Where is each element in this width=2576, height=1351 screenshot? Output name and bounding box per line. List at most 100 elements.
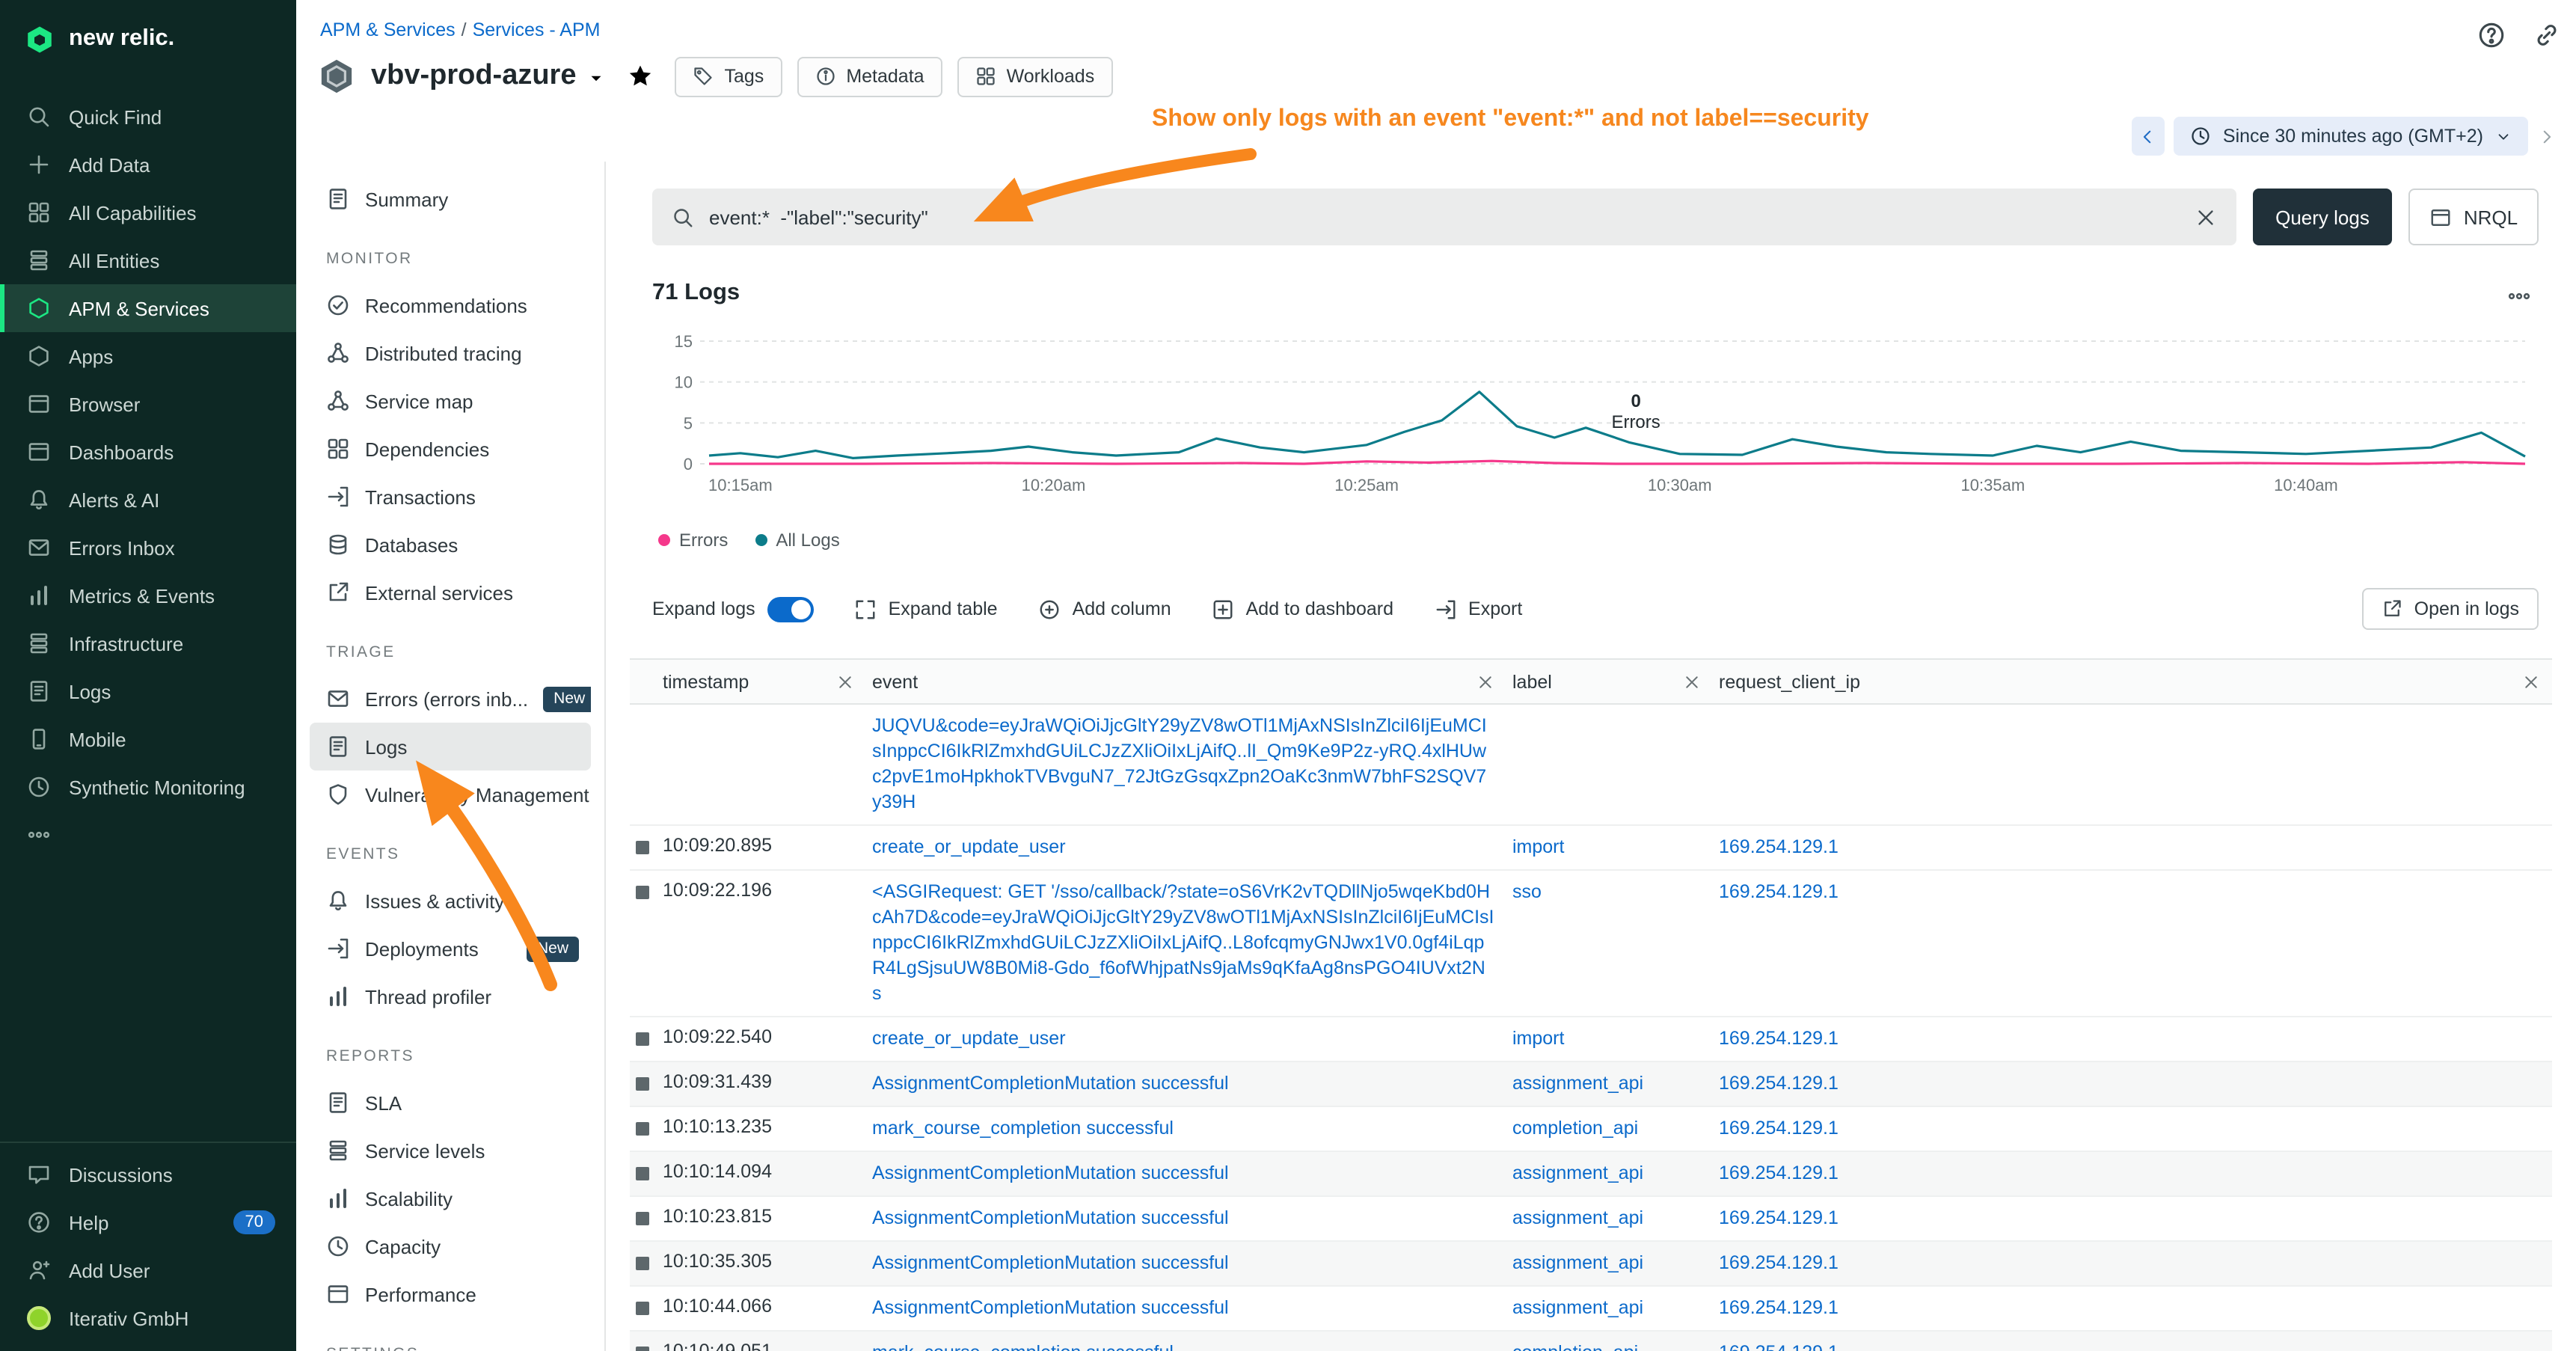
table-row[interactable]: 10:09:22.196<ASGIRequest: GET '/sso/call…	[630, 870, 2552, 1017]
add-column-button[interactable]: Add column	[1038, 598, 1171, 620]
sidebar2-item-summary[interactable]: Summary	[310, 175, 591, 223]
sidebar2-item-transactions[interactable]: Transactions	[310, 473, 591, 521]
remove-column-icon[interactable]	[836, 673, 854, 690]
label-link[interactable]: assignment_api	[1512, 1251, 1701, 1276]
sidebar2-item-sla[interactable]: SLA	[310, 1079, 591, 1127]
table-row[interactable]: 10:09:22.540create_or_update_userimport1…	[630, 1017, 2552, 1062]
column-header-event[interactable]: event	[866, 659, 1506, 704]
breadcrumb-link-services-apm[interactable]: Services - APM	[473, 19, 601, 40]
entity-dropdown-chevron-icon[interactable]	[587, 69, 607, 88]
sidebar-item-logs[interactable]: Logs	[0, 667, 296, 715]
table-row[interactable]: 10:10:13.235mark_course_completion succe…	[630, 1106, 2552, 1151]
table-row[interactable]: 10:10:23.815AssignmentCompletionMutation…	[630, 1196, 2552, 1241]
event-link[interactable]: AssignmentCompletionMutation successful	[872, 1071, 1494, 1097]
time-back-button[interactable]	[2132, 117, 2165, 156]
metadata-button[interactable]: Metadata	[797, 56, 942, 96]
workloads-button[interactable]: Workloads	[957, 56, 1113, 96]
row-checkbox[interactable]	[636, 841, 649, 854]
sidebar-item-quick-find[interactable]: Quick Find	[0, 93, 296, 141]
event-link[interactable]: mark_course_completion successful	[872, 1116, 1494, 1142]
table-row[interactable]: 10:10:49.051mark_course_completion succe…	[630, 1331, 2552, 1351]
sidebar-item-apps[interactable]: Apps	[0, 332, 296, 380]
sidebar2-item-service-map[interactable]: Service map	[310, 377, 591, 425]
sidebar2-item-vulnerability-management[interactable]: Vulnerability Management	[310, 771, 591, 818]
sidebar-item-add-user[interactable]: Add User	[0, 1246, 296, 1294]
open-in-logs-button[interactable]: Open in logs	[2362, 588, 2539, 630]
label-link[interactable]: completion_api	[1512, 1116, 1701, 1142]
time-forward-button[interactable]	[2537, 117, 2558, 156]
sidebar2-item-external-services[interactable]: External services	[310, 569, 591, 616]
ip-link[interactable]: 169.254.129.1	[1719, 1071, 2540, 1097]
ip-link[interactable]: 169.254.129.1	[1719, 1206, 2540, 1231]
time-picker[interactable]: Since 30 minutes ago (GMT+2)	[2174, 117, 2528, 156]
sidebar-item-synthetic-monitoring[interactable]: Synthetic Monitoring	[0, 763, 296, 811]
new-relic-logo[interactable]: new relic.	[0, 0, 296, 78]
event-link[interactable]: JUQVU&code=eyJraWQiOiJjcGltY29yZV8wOTl1M…	[872, 714, 1494, 815]
table-row[interactable]: 10:09:20.895create_or_update_userimport1…	[630, 825, 2552, 870]
event-link[interactable]: AssignmentCompletionMutation successful	[872, 1296, 1494, 1321]
sidebar2-item-recommendations[interactable]: Recommendations	[310, 281, 591, 329]
ip-link[interactable]: 169.254.129.1	[1719, 1251, 2540, 1276]
sidebar2-item-thread-profiler[interactable]: Thread profiler	[310, 972, 591, 1020]
event-link[interactable]: AssignmentCompletionMutation successful	[872, 1206, 1494, 1231]
row-checkbox[interactable]	[636, 886, 649, 899]
logs-search-input[interactable]: event:* -"label":"security"	[652, 189, 2236, 245]
chart-more-menu-icon[interactable]	[2507, 284, 2531, 308]
sidebar-item-discussions[interactable]: Discussions	[0, 1151, 296, 1198]
table-row[interactable]: 10:10:44.066AssignmentCompletionMutation…	[630, 1286, 2552, 1331]
breadcrumb-link-apm-services[interactable]: APM & Services	[320, 19, 456, 40]
row-checkbox[interactable]	[636, 1347, 649, 1351]
label-link[interactable]: import	[1512, 1026, 1701, 1052]
label-link[interactable]: assignment_api	[1512, 1071, 1701, 1097]
table-row[interactable]: 10:09:31.439AssignmentCompletionMutation…	[630, 1062, 2552, 1106]
expand-table-button[interactable]: Expand table	[854, 598, 998, 620]
legend-item-errors[interactable]: Errors	[658, 530, 728, 551]
sidebar-item-help[interactable]: Help70	[0, 1198, 296, 1246]
sidebar2-item-logs[interactable]: Logs	[310, 723, 591, 771]
sidebar2-item-capacity[interactable]: Capacity	[310, 1222, 591, 1270]
ip-link[interactable]: 169.254.129.1	[1719, 1296, 2540, 1321]
sidebar-item-dashboards[interactable]: Dashboards	[0, 428, 296, 476]
ip-link[interactable]: 169.254.129.1	[1719, 835, 2540, 860]
table-row[interactable]: JUQVU&code=eyJraWQiOiJjcGltY29yZV8wOTl1M…	[630, 704, 2552, 825]
sidebar-item-more[interactable]	[0, 811, 296, 859]
table-row[interactable]: 10:10:35.305AssignmentCompletionMutation…	[630, 1241, 2552, 1286]
ip-link[interactable]: 169.254.129.1	[1719, 1161, 2540, 1186]
ip-link[interactable]: 169.254.129.1	[1719, 880, 2540, 905]
column-header-request-client-ip[interactable]: request_client_ip	[1713, 659, 2552, 704]
remove-column-icon[interactable]	[1476, 673, 1494, 690]
table-row[interactable]: 10:10:14.094AssignmentCompletionMutation…	[630, 1151, 2552, 1196]
column-header-label[interactable]: label	[1506, 659, 1713, 704]
sidebar2-item-errors-inbox[interactable]: Errors (errors inb...New	[310, 675, 591, 723]
label-link[interactable]: assignment_api	[1512, 1296, 1701, 1321]
row-checkbox[interactable]	[636, 1122, 649, 1136]
label-link[interactable]: completion_api	[1512, 1341, 1701, 1351]
sidebar2-item-dependencies[interactable]: Dependencies	[310, 425, 591, 473]
sidebar-item-metrics-events[interactable]: Metrics & Events	[0, 572, 296, 619]
remove-column-icon[interactable]	[2522, 673, 2540, 690]
sidebar2-item-issues-activity[interactable]: Issues & activity	[310, 877, 591, 925]
export-button[interactable]: Export	[1434, 598, 1522, 620]
sidebar-item-all-capabilities[interactable]: All Capabilities	[0, 189, 296, 236]
row-checkbox[interactable]	[636, 1032, 649, 1046]
row-checkbox[interactable]	[636, 1077, 649, 1091]
event-link[interactable]: mark_course_completion successful	[872, 1341, 1494, 1351]
tags-button[interactable]: Tags	[675, 56, 782, 96]
row-checkbox[interactable]	[636, 1212, 649, 1225]
sidebar-item-infrastructure[interactable]: Infrastructure	[0, 619, 296, 667]
remove-column-icon[interactable]	[1683, 673, 1701, 690]
sidebar-item-errors-inbox[interactable]: Errors Inbox	[0, 524, 296, 572]
sidebar-item-mobile[interactable]: Mobile	[0, 715, 296, 763]
ip-link[interactable]: 169.254.129.1	[1719, 1116, 2540, 1142]
clear-query-icon[interactable]	[2195, 206, 2217, 228]
row-checkbox[interactable]	[636, 1167, 649, 1180]
label-link[interactable]: assignment_api	[1512, 1161, 1701, 1186]
event-link[interactable]: AssignmentCompletionMutation successful	[872, 1251, 1494, 1276]
sidebar2-item-databases[interactable]: Databases	[310, 521, 591, 569]
expand-logs-toggle[interactable]	[767, 596, 814, 622]
sidebar-item-apm-services[interactable]: APM & Services	[0, 284, 296, 332]
legend-item-all-logs[interactable]: All Logs	[755, 530, 839, 551]
help-circle-icon[interactable]	[2477, 21, 2506, 49]
sidebar-item-alerts-ai[interactable]: Alerts & AI	[0, 476, 296, 524]
sidebar-item-add-data[interactable]: Add Data	[0, 141, 296, 189]
